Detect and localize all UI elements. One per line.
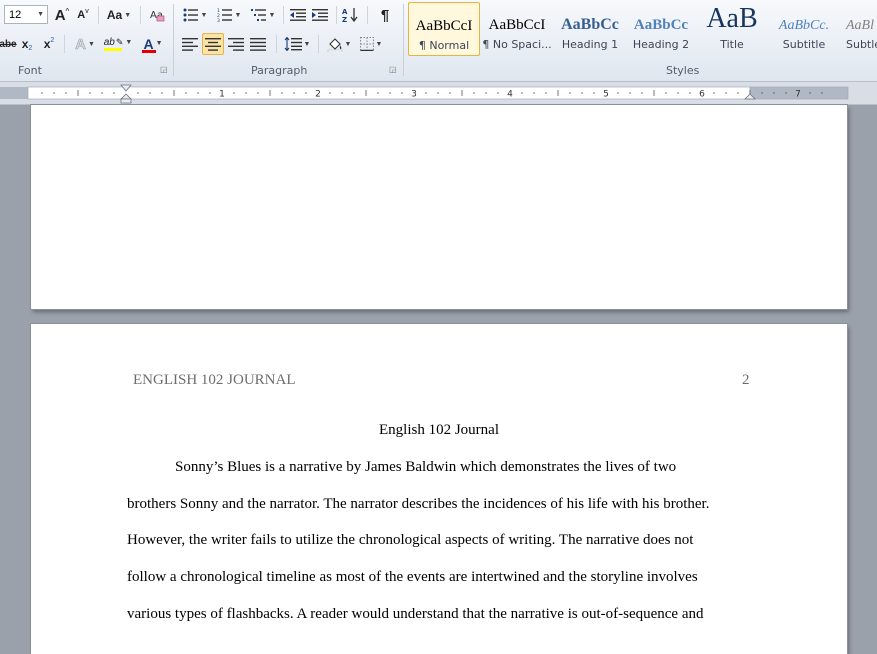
align-right-icon bbox=[228, 37, 244, 51]
body-line: Sonny’s Blues is a narrative by James Ba… bbox=[175, 459, 677, 475]
align-left-icon bbox=[182, 37, 198, 51]
highlight-color-bar bbox=[104, 48, 122, 51]
multilevel-list-icon bbox=[250, 9, 266, 21]
ruler-scale: 1 2 3 4 5 6 7 bbox=[0, 84, 849, 104]
justify-button[interactable] bbox=[248, 33, 268, 55]
align-center-button[interactable] bbox=[202, 33, 224, 55]
shading-button[interactable]: ▼ bbox=[324, 33, 354, 55]
borders-button[interactable]: ▼ bbox=[356, 33, 386, 55]
left-indent-marker bbox=[120, 98, 132, 104]
ruler-number: 5 bbox=[603, 90, 609, 100]
group-label-styles: Styles bbox=[666, 64, 700, 77]
svg-text:3: 3 bbox=[217, 18, 220, 22]
ruler-number: 6 bbox=[699, 90, 705, 100]
text-effects-button[interactable]: A ▼ bbox=[70, 33, 100, 55]
style-no-spacing[interactable]: AaBbCcI ¶ No Spaci... bbox=[481, 2, 553, 56]
strikethrough-button[interactable]: abe bbox=[0, 33, 17, 55]
font-size-value: 12 bbox=[9, 8, 22, 21]
grow-font-button[interactable]: A ^ bbox=[52, 4, 72, 26]
ruler-number: 1 bbox=[219, 90, 225, 100]
style-normal[interactable]: AaBbCcI ¶ Normal bbox=[408, 2, 480, 56]
increase-indent-button[interactable] bbox=[310, 4, 330, 26]
font-size-box[interactable]: 12 ▼ bbox=[4, 5, 48, 24]
shrink-font-button[interactable]: Av bbox=[74, 4, 92, 26]
style-subtle-emphasis[interactable]: AaBl Subtle bbox=[840, 2, 877, 56]
decrease-indent-icon bbox=[290, 9, 306, 21]
subscript-button[interactable]: x2 bbox=[18, 33, 36, 55]
align-right-button[interactable] bbox=[226, 33, 246, 55]
align-left-button[interactable] bbox=[180, 33, 200, 55]
borders-icon bbox=[359, 37, 374, 51]
font-color-bar bbox=[142, 49, 156, 53]
body-line: follow a chronological timeline as most … bbox=[127, 569, 698, 585]
align-center-icon bbox=[205, 37, 221, 51]
line-spacing-icon bbox=[284, 37, 302, 51]
change-case-button[interactable]: Aa ▼ bbox=[104, 4, 134, 26]
style-heading-2[interactable]: AaBbCc Heading 2 bbox=[625, 2, 697, 56]
ruler-number: 7 bbox=[795, 90, 801, 100]
clear-formatting-icon: Aa bbox=[150, 10, 165, 22]
numbering-icon: 1 2 3 bbox=[217, 8, 232, 22]
document-title: English 102 Journal bbox=[379, 422, 499, 438]
style-heading-1[interactable]: AaBbCc Heading 1 bbox=[554, 2, 626, 56]
show-formatting-button[interactable]: ¶ bbox=[374, 4, 396, 26]
superscript-button[interactable]: x2 bbox=[40, 33, 58, 55]
increase-indent-icon bbox=[312, 9, 328, 21]
page-number: 2 bbox=[742, 372, 750, 388]
running-header: ENGLISH 102 JOURNAL bbox=[133, 372, 296, 388]
document-page-2[interactable]: ENGLISH 102 JOURNAL 2 English 102 Journa… bbox=[31, 324, 847, 654]
font-color-button[interactable]: A ▼ bbox=[138, 33, 168, 55]
paragraph-dialog-launcher-icon[interactable]: ◲ bbox=[389, 66, 397, 74]
highlighter-icon: ✎ bbox=[115, 37, 124, 47]
paint-bucket-icon bbox=[327, 37, 342, 52]
numbering-button[interactable]: 1 2 3 ▼ bbox=[214, 4, 244, 26]
pilcrow-icon: ¶ bbox=[380, 6, 390, 24]
style-subtitle[interactable]: AaBbCc. Subtitle bbox=[768, 2, 840, 56]
highlight-button[interactable]: ab ✎ ▼ bbox=[102, 33, 134, 55]
document-page-1[interactable] bbox=[31, 105, 847, 309]
body-line: However, the writer fails to utilize the… bbox=[127, 532, 694, 548]
bullets-button[interactable]: ▼ bbox=[180, 4, 210, 26]
decrease-indent-button[interactable] bbox=[288, 4, 308, 26]
multilevel-list-button[interactable]: ▼ bbox=[248, 4, 278, 26]
style-title[interactable]: AaB Title bbox=[696, 2, 768, 56]
group-label-paragraph: Paragraph bbox=[251, 64, 308, 77]
ruler-number: 2 bbox=[315, 90, 321, 100]
clear-formatting-button[interactable]: Aa bbox=[146, 4, 168, 26]
sort-icon: A Z bbox=[342, 8, 358, 23]
ribbon: 12 ▼ A^ Av Aa▼ Aa abe x2 x2 A▼ ab ✎ ▼ bbox=[0, 0, 877, 82]
line-spacing-button[interactable]: ▼ bbox=[282, 33, 312, 55]
justify-icon bbox=[250, 37, 266, 51]
svg-text:A: A bbox=[342, 8, 348, 16]
group-label-font: Font bbox=[18, 64, 42, 77]
font-dialog-launcher-icon[interactable]: ◲ bbox=[160, 66, 168, 74]
horizontal-ruler[interactable]: 1 2 3 4 5 6 7 bbox=[0, 82, 877, 105]
chevron-down-icon: ▼ bbox=[37, 11, 44, 18]
sort-button[interactable]: A Z bbox=[340, 4, 362, 26]
ruler-number: 4 bbox=[507, 90, 513, 100]
body-line: various types of flashbacks. A reader wo… bbox=[127, 606, 704, 622]
svg-text:Z: Z bbox=[342, 16, 347, 23]
ruler-number: 3 bbox=[411, 90, 417, 100]
bullets-icon bbox=[183, 8, 198, 22]
body-line: brothers Sonny and the narrator. The nar… bbox=[127, 496, 710, 512]
